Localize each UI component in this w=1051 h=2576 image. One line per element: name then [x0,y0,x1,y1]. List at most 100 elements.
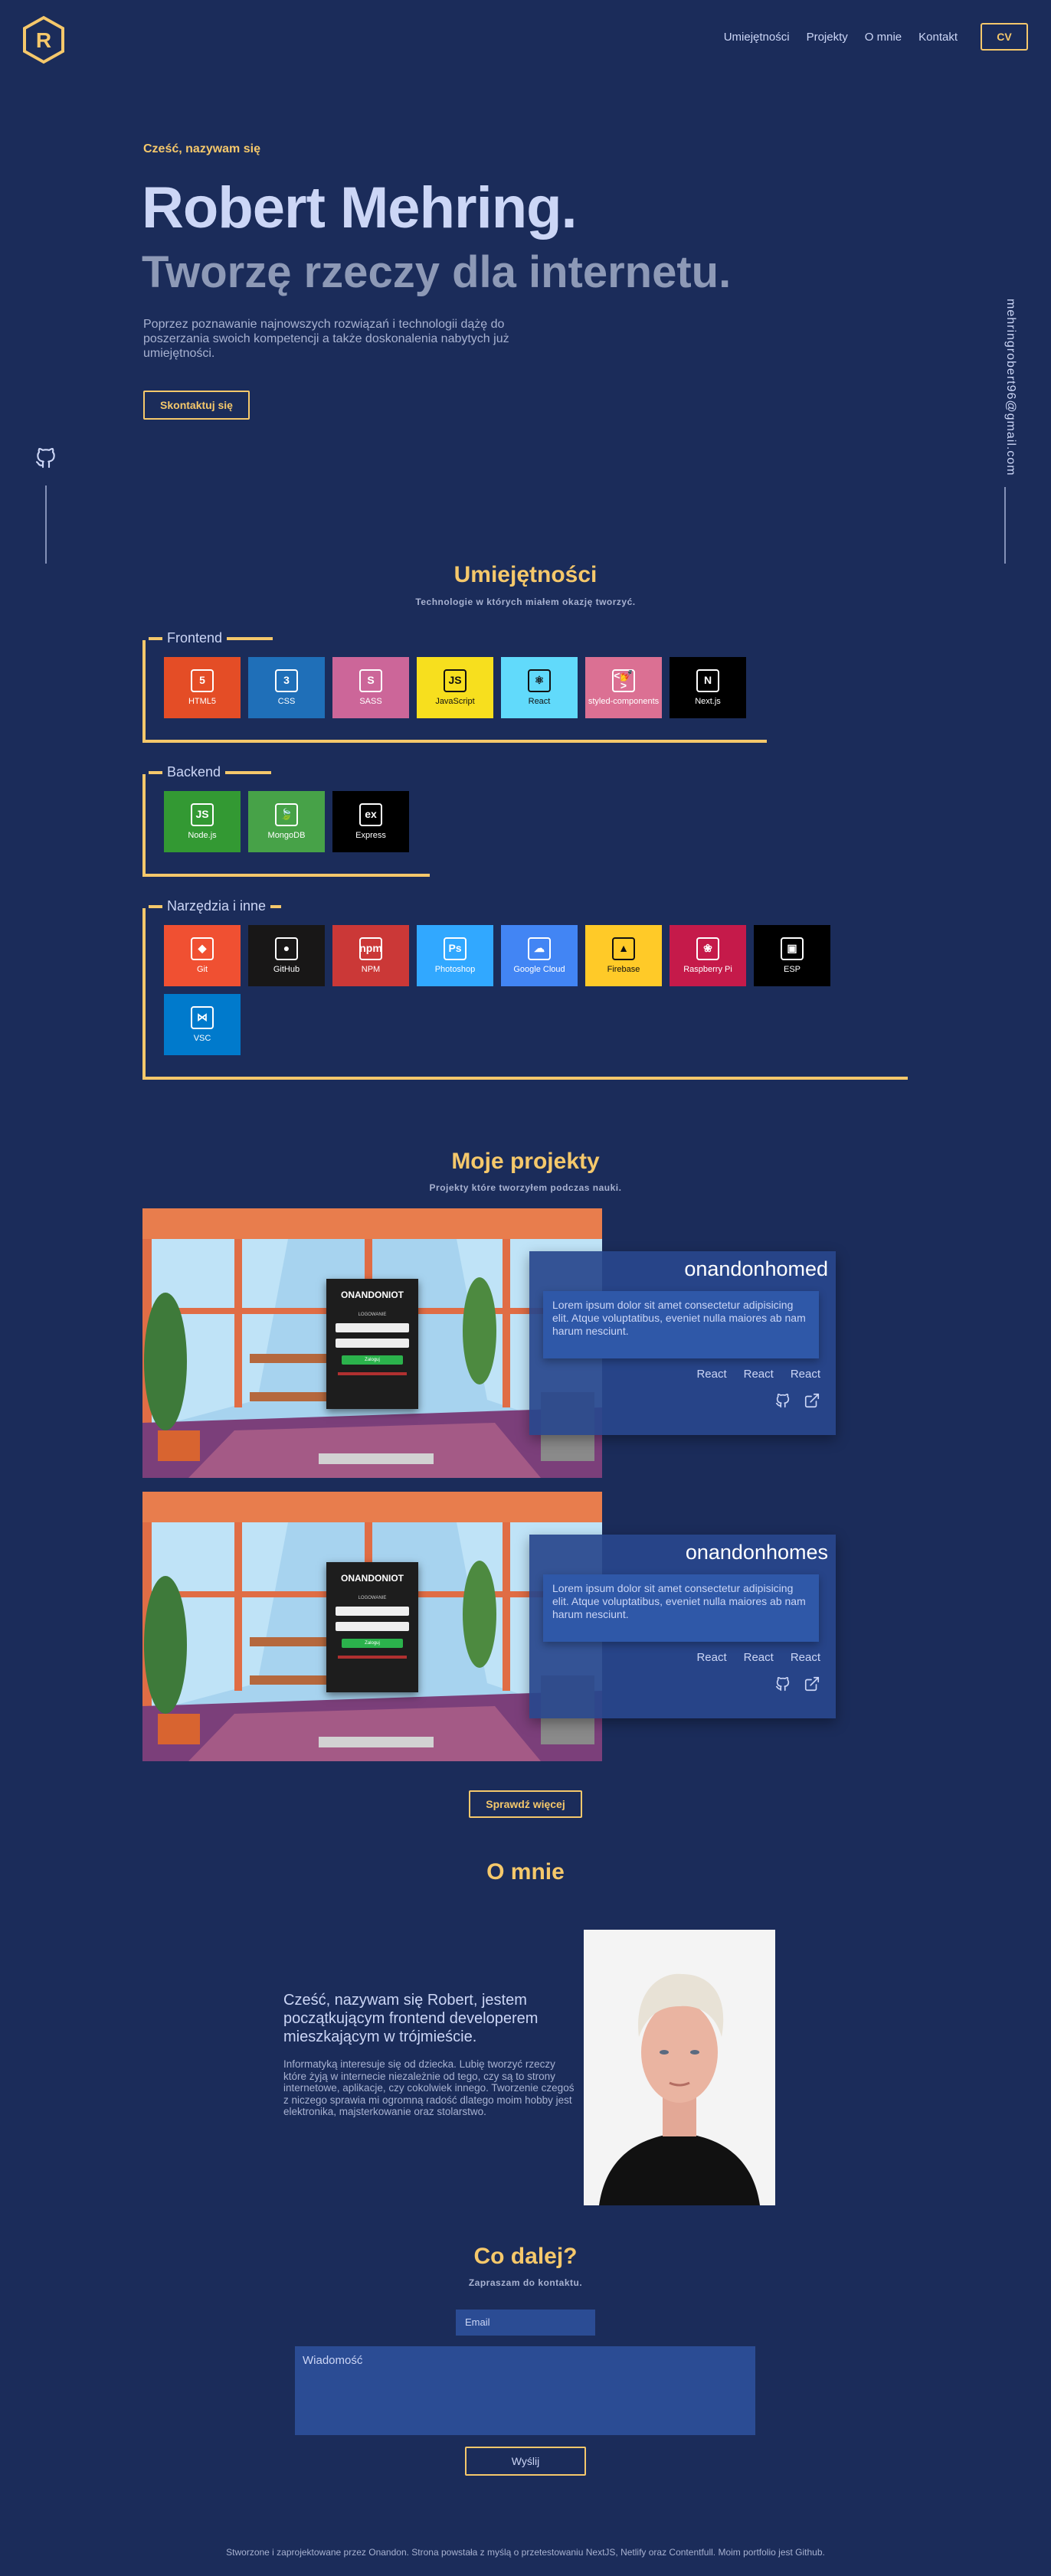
skill-label: VSC [193,1033,211,1043]
contact-subtitle: Zapraszam do kontaktu. [468,2277,583,2288]
github-icon[interactable] [774,1675,791,1696]
npm-icon: npm [359,937,382,960]
mock-brand: ONANDONIOT [341,1573,404,1584]
projects-title: Moje projekty [451,1149,600,1174]
skill-tile: S SASS [332,657,409,718]
skill-label: Node.js [188,830,217,840]
project-tag: React [743,1651,774,1664]
styled-components-icon: <💅> [612,669,635,692]
skill-label: GitHub [273,964,300,974]
about-text: Informatyką interesuje się od dziecka. L… [283,2058,575,2117]
mock-login-label: LOGOWANIE [358,1596,387,1600]
see-more-button[interactable]: Sprawdź więcej [469,1790,582,1818]
footer-text: Stworzone i zaprojektowane przez Onandon… [226,2547,825,2558]
external-link-icon[interactable] [804,1675,820,1696]
project-tag: React [696,1651,727,1664]
project-description: Lorem ipsum dolor sit amet consectetur a… [543,1291,819,1358]
mock-login-label: LOGOWANIE [358,1313,387,1317]
github-icon[interactable] [34,446,58,470]
skill-label: Git [196,964,208,974]
mock-login-panel: ONANDONIOT LOGOWANIE Zaloguj [326,1562,418,1692]
nav-contact[interactable]: Kontakt [918,31,958,44]
skill-label: Google Cloud [513,964,565,974]
about-lead: Cześć, nazywam się Robert, jestem począt… [283,1992,539,2045]
sidebar-line [45,485,47,564]
project-links [774,1675,820,1696]
skill-tile: ⋈ VSC [164,994,241,1055]
mongodb-icon: 🍃 [275,803,298,826]
skill-label: JavaScript [435,696,475,706]
project-tags: React React React [696,1651,820,1664]
nav-skills[interactable]: Umiejętności [724,31,790,44]
nav-projects[interactable]: Projekty [807,31,848,44]
skill-label: Next.js [695,696,721,706]
project-description: Lorem ipsum dolor sit amet consectetur a… [543,1574,819,1642]
skill-label: ESP [783,964,801,974]
send-button[interactable]: Wyślij [465,2447,586,2476]
skill-tile: JS JavaScript [417,657,493,718]
skill-tiles: JS Node.js 🍃 MongoDB ex Express [164,791,409,852]
skill-tile: N Next.js [670,657,746,718]
project-tag: React [790,1368,820,1381]
hero-name: Robert Mehring. [142,175,578,240]
project-title[interactable]: onandonhomes [686,1541,828,1564]
skill-label: styled-components [588,696,660,706]
skill-tile: <💅> styled-components [585,657,662,718]
contact-cta-button[interactable]: Skontaktuj się [143,391,250,420]
github-icon[interactable] [774,1392,791,1413]
firebase-icon: ▲ [612,937,635,960]
mock-login-button: Zaloguj [342,1355,403,1365]
skill-group-frontend: Frontend 5 HTML5 3 CSS S SASS JS JavaScript ⚛ Rea… [142,630,767,743]
skill-tile: ex Express [332,791,409,852]
photoshop-icon: Ps [444,937,467,960]
sass-icon: S [359,669,382,692]
skill-label: MongoDB [267,830,306,840]
skill-label: Raspberry Pi [683,964,732,974]
cv-button[interactable]: CV [981,23,1028,51]
mock-input [336,1323,409,1332]
express-icon: ex [359,803,382,826]
logo[interactable]: R [21,15,66,64]
skill-tiles: ◆ Git ● GitHub npm NPM Ps Photoshop ☁ Google Clou… [164,925,853,1055]
skills-subtitle: Technologie w których miałem okazję twor… [415,597,636,607]
skill-group-label: Backend [149,764,272,780]
project-tag: React [743,1368,774,1381]
mock-error-line [338,1372,407,1375]
sidebar-line [1004,487,1006,564]
skill-tile: ● GitHub [248,925,325,986]
about-title: O mnie [486,1859,565,1885]
social-sidebar [34,446,58,564]
skill-label: Express [355,830,386,840]
email-link[interactable]: mehringrobert96@gmail.com [993,299,1017,476]
profile-photo [584,1930,775,2205]
project-tag: React [696,1368,727,1381]
project-info-card: onandonhomed Lorem ipsum dolor sit amet … [529,1251,836,1435]
skill-tile: ▣ ESP [754,925,830,986]
nextjs-icon: N [696,669,719,692]
message-field[interactable]: Wiadomość [295,2346,755,2435]
hero-greeting: Cześć, nazywam się [143,142,260,155]
email-sidebar: mehringrobert96@gmail.com [993,299,1017,567]
email-field[interactable]: Email [456,2310,595,2336]
mock-login-button: Zaloguj [342,1639,403,1648]
external-link-icon[interactable] [804,1392,820,1413]
react-icon: ⚛ [528,669,551,692]
projects-subtitle: Projekty które tworzyłem podczas nauki. [429,1182,622,1193]
nav-about[interactable]: O mnie [865,31,902,44]
skill-tile: ❀ Raspberry Pi [670,925,746,986]
project-title[interactable]: onandonhomed [684,1257,828,1281]
project-card: ONANDONIOT LOGOWANIE Zaloguj onandonhome… [142,1208,836,1478]
skill-tile: npm NPM [332,925,409,986]
skill-tile: 🍃 MongoDB [248,791,325,852]
skill-tile: ◆ Git [164,925,241,986]
project-links [774,1392,820,1413]
contact-title: Co dalej? [473,2244,578,2269]
project-tag: React [790,1651,820,1664]
skill-tile: ☁ Google Cloud [501,925,578,986]
skill-label: React [528,696,551,706]
mock-brand: ONANDONIOT [341,1290,404,1300]
skill-group-label: Narzędzia i inne [149,898,282,914]
hero-tagline: Tworzę rzeczy dla internetu. [142,247,732,297]
skill-group-label: Frontend [149,630,273,646]
github-icon: ● [275,937,298,960]
